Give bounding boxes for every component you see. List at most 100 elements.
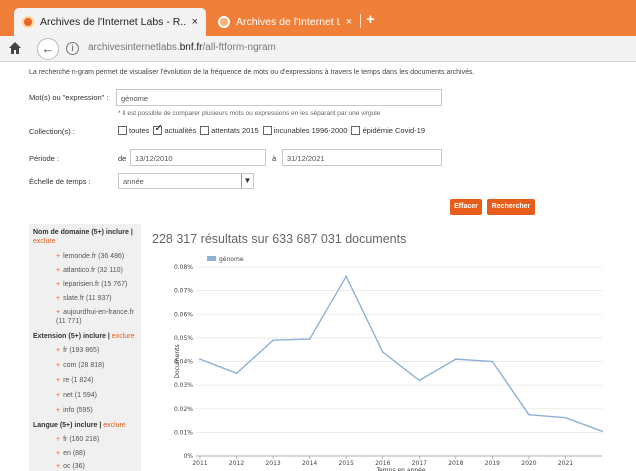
url-domain-bold: bnf.fr (179, 42, 203, 53)
x-tick-label: 2014 (302, 460, 317, 467)
site-favicon-icon (22, 16, 34, 28)
plus-icon: + (56, 267, 61, 274)
scale-label: Échelle de temps : (29, 177, 91, 186)
facet-header-label: Extension (5+) inclure | (33, 333, 110, 340)
facet-item-label: slate.fr (11 937) (63, 295, 112, 302)
tab-active[interactable]: Archives de l'Internet Labs - R... × (14, 8, 206, 36)
data-point (564, 416, 567, 419)
tab-close-icon[interactable]: × (192, 16, 198, 28)
facet-item[interactable]: + re (1 824) (56, 377, 93, 384)
data-point (308, 338, 311, 340)
facet-item[interactable]: + com (28 818) (56, 362, 104, 369)
y-tick-label: 0.08% (174, 264, 193, 271)
checkbox-label: incunables 1996-2000 (273, 126, 348, 135)
facet-item[interactable]: + aujourdhui-en-france.fr (11 771) (56, 308, 136, 326)
tab-divider (360, 14, 361, 28)
data-point (454, 358, 457, 361)
date-to-input[interactable]: 31/12/2021 (282, 149, 442, 166)
back-button[interactable]: ← (37, 38, 59, 60)
intro-text: La recherche n-gram permet de visualiser… (29, 69, 475, 76)
facet-item-label: oc (36) (63, 463, 85, 470)
clear-button[interactable]: Effacer (450, 199, 482, 215)
plus-icon: + (56, 281, 61, 288)
to-label: à (272, 154, 277, 163)
domain-facet-header: Nom de domaine (5+) inclure | exclure (33, 228, 139, 246)
words-hint: * Il est possible de comparer plusieurs … (118, 110, 381, 117)
facet-item-label: aujourdhui-en-france.fr (11 771) (56, 309, 134, 325)
facet-item[interactable]: + atlantico.fr (32 110) (56, 267, 123, 274)
facet-item[interactable]: + leparisien.fr (15 767) (56, 281, 127, 288)
search-button[interactable]: Rechercher (487, 199, 535, 215)
checkbox-label: actualités (164, 126, 197, 135)
plus-icon: + (56, 362, 61, 369)
facet-sidebar: Nom de domaine (5+) inclure | exclure + l… (29, 224, 141, 471)
x-tick-label: 2016 (375, 460, 390, 467)
x-tick-label: 2013 (265, 460, 280, 467)
x-tick-label: 2017 (412, 460, 427, 467)
ngram-line-chart: 0%0.01%0.02%0.03%0.04%0.05%0.06%0.07%0.0… (174, 256, 603, 471)
series-line (199, 274, 603, 432)
checkbox-incunables[interactable] (262, 126, 272, 135)
checkbox-toutes[interactable] (118, 126, 127, 135)
facet-item[interactable]: + info (595) (56, 407, 93, 414)
site-info-icon[interactable]: i (66, 42, 79, 55)
facet-item-label: atlantico.fr (32 110) (63, 267, 123, 274)
language-exclude-link[interactable]: exclure (103, 422, 126, 429)
tab-title: Archives de l'Internet Labs - Ac... (236, 16, 340, 28)
x-tick-label: 2021 (558, 460, 573, 467)
plus-icon: + (56, 392, 61, 399)
plus-icon: + (56, 450, 61, 457)
language-facet-header: Langue (5+) inclure | exclure (33, 422, 126, 429)
domain-exclude-link[interactable]: exclure (33, 238, 56, 245)
legend-swatch (207, 256, 216, 261)
plus-icon: + (56, 377, 61, 384)
tab-title: Archives de l'Internet Labs - R... (40, 16, 186, 28)
y-tick-label: 0.03% (174, 382, 193, 389)
x-tick-label: 2018 (448, 460, 463, 467)
facet-item-label: fr (193 865) (63, 347, 100, 354)
x-tick-label: 2012 (229, 460, 244, 467)
collection-label: Collection(s) : (29, 127, 75, 136)
checkbox-label: épidémie Covid-19 (362, 126, 426, 135)
y-tick-label: 0.02% (174, 406, 193, 413)
chevron-down-icon[interactable]: ▼ (241, 174, 253, 188)
facet-item-label: leparisien.fr (15 767) (63, 281, 128, 288)
words-input[interactable]: génome (116, 89, 442, 106)
facet-header-label: Nom de domaine (5+) inclure | (33, 229, 133, 236)
facet-item[interactable]: + lemonde.fr (36 486) (56, 253, 124, 260)
extension-exclude-link[interactable]: exclure (112, 333, 135, 340)
tab-inactive[interactable]: Archives de l'Internet Labs - Ac... × (210, 8, 360, 36)
address-bar[interactable]: archivesinternetlabs.bnf.fr/all-ftform-n… (88, 42, 276, 53)
home-icon[interactable] (8, 41, 22, 55)
x-tick-label: 2019 (485, 460, 500, 467)
facet-header-label: Langue (5+) inclure | (33, 422, 102, 429)
date-from-input[interactable]: 13/12/2010 (130, 149, 266, 166)
data-point (381, 351, 384, 353)
y-tick-label: 0% (183, 453, 193, 460)
checkbox-label: attentats 2015 (211, 126, 259, 135)
checkbox-attentats-2015[interactable] (200, 126, 210, 135)
plus-icon: + (56, 463, 61, 470)
facet-item[interactable]: + fr (160 218) (56, 436, 99, 443)
facet-item[interactable]: + net (1 594) (56, 392, 97, 399)
x-axis-label: Temps en année (375, 467, 425, 471)
from-label: de (118, 154, 127, 163)
y-tick-label: 0.06% (174, 311, 193, 318)
data-point (601, 430, 603, 433)
checkbox-covid[interactable] (351, 126, 361, 135)
plus-icon: + (56, 436, 61, 443)
period-label: Période : (29, 154, 60, 163)
facet-item[interactable]: + fr (193 865) (56, 347, 99, 354)
facet-item[interactable]: + oc (36) (56, 463, 85, 470)
new-tab-button[interactable]: + (366, 11, 375, 28)
facet-item[interactable]: + en (88) (56, 450, 85, 457)
checkbox-actualites[interactable] (153, 123, 163, 135)
data-point (235, 372, 238, 375)
site-favicon-icon (218, 16, 230, 28)
time-scale-select[interactable]: année ▼ (118, 173, 254, 189)
facet-item-label: lemonde.fr (36 486) (63, 253, 125, 260)
facet-item[interactable]: + slate.fr (11 937) (56, 295, 112, 302)
extension-facet-header: Extension (5+) inclure | exclure (33, 333, 134, 340)
tab-close-icon[interactable]: × (346, 16, 352, 28)
words-label: Mot(s) ou "expression" : (29, 93, 109, 102)
